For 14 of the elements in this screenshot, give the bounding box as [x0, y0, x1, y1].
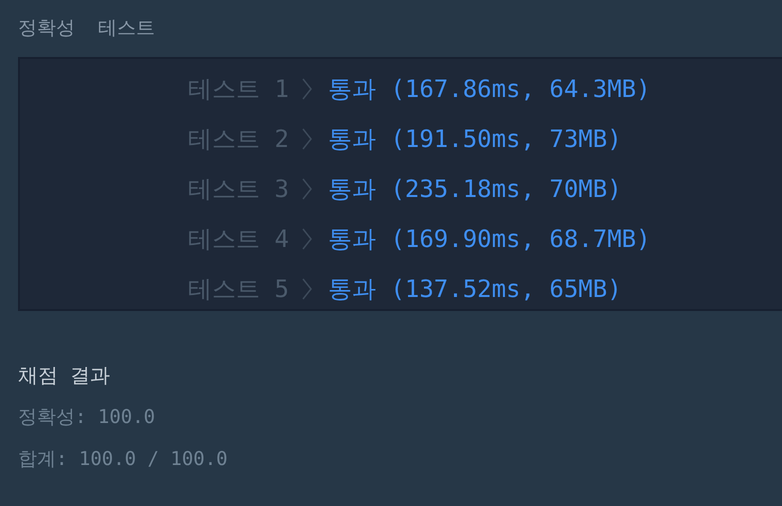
- chevron-icon: [302, 278, 312, 300]
- test-result: 통과 (137.52ms, 65MB): [328, 274, 622, 305]
- test-result: 통과 (169.90ms, 68.7MB): [328, 224, 651, 255]
- test-result: 통과 (235.18ms, 70MB): [328, 174, 622, 205]
- chevron-icon: [302, 228, 312, 250]
- section-title: 정확성 테스트: [18, 16, 156, 41]
- test-result: 통과 (167.86ms, 64.3MB): [328, 74, 651, 105]
- test-result: 통과 (191.50ms, 73MB): [328, 124, 622, 155]
- chevron-icon: [302, 78, 312, 100]
- chevron-icon: [302, 178, 312, 200]
- summary-title: 채점 결과: [18, 362, 112, 389]
- chevron-icon: [302, 128, 312, 150]
- summary-line: 정확성: 100.0: [18, 405, 156, 430]
- summary-line: 합계: 100.0 / 100.0: [18, 447, 229, 472]
